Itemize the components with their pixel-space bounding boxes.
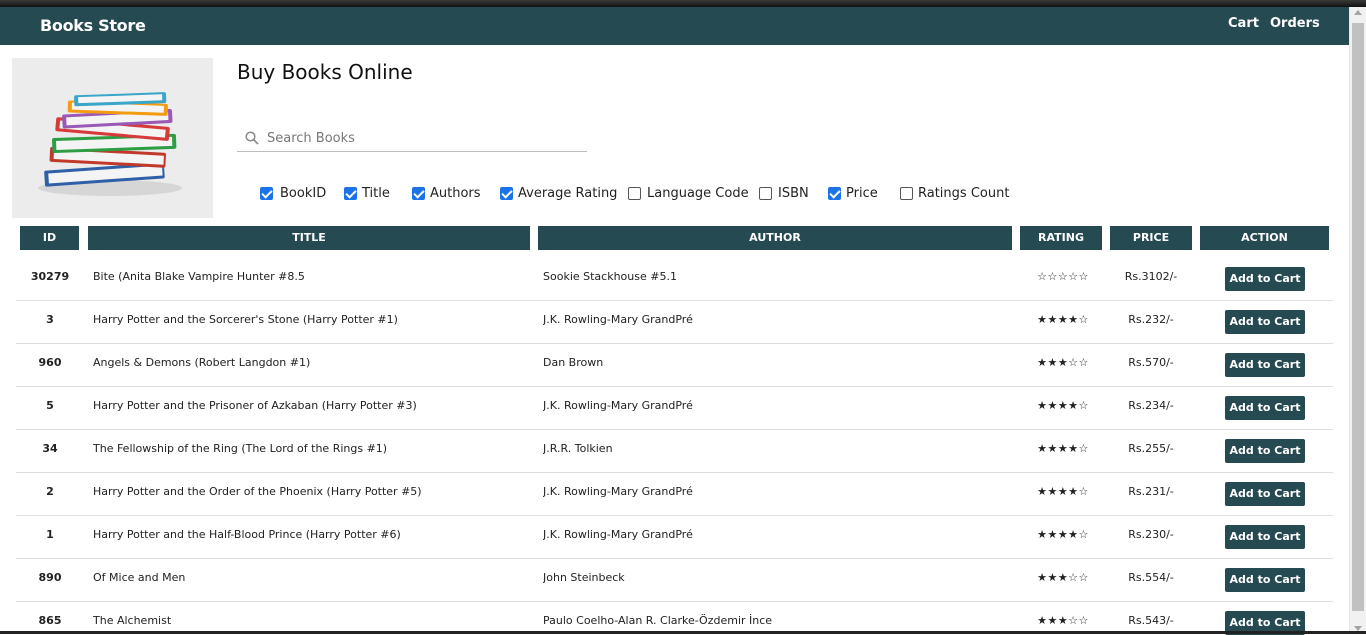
checkbox-bookid[interactable] [260,187,273,200]
cell-title: Harry Potter and the Sorcerer's Stone (H… [93,313,398,326]
header-id[interactable]: ID [20,226,79,250]
cell-price: Rs.543/- [1128,614,1174,627]
cell-author: Sookie Stackhouse #5.1 [543,270,677,283]
cell-price: Rs.231/- [1128,485,1174,498]
cell-price: Rs.234/- [1128,399,1174,412]
cell-rating-stars: ★★★★☆ [1037,313,1089,326]
cell-price: Rs.570/- [1128,356,1174,369]
checkbox-authors[interactable] [412,187,425,200]
checkbox-price[interactable] [828,187,841,200]
cell-title: Harry Potter and the Prisoner of Azkaban… [93,399,417,412]
scroll-up-arrow-icon[interactable] [1354,10,1362,15]
add-to-cart-button[interactable]: Add to Cart [1225,568,1305,592]
header-author[interactable]: AUTHOR [538,226,1012,250]
brand-logo[interactable]: Books Store [40,16,146,35]
checkbox-language-code[interactable] [628,187,641,200]
cell-author: J.K. Rowling-Mary GrandPré [543,399,693,412]
header-action: ACTION [1200,226,1329,250]
cell-id: 1 [46,528,54,541]
cell-author: John Steinbeck [543,571,625,584]
books-stack-icon [12,58,213,218]
cell-id: 34 [42,442,58,455]
cell-title: Harry Potter and the Half-Blood Prince (… [93,528,401,541]
table-row: 30279 Bite (Anita Blake Vampire Hunter #… [16,258,1333,301]
cell-title: The Alchemist [93,614,172,627]
page-title: Buy Books Online [237,60,413,84]
add-to-cart-button[interactable]: Add to Cart [1225,482,1305,506]
cell-price: Rs.230/- [1128,528,1174,541]
browser-top-strip [0,0,1366,7]
cell-title: Of Mice and Men [93,571,186,584]
header-rating[interactable]: RATING [1020,226,1102,250]
checkbox-average-rating[interactable] [500,187,513,200]
table-row: 34 The Fellowship of the Ring (The Lord … [16,430,1333,473]
search-icon [245,130,259,149]
cell-rating-stars: ★★★★☆ [1037,442,1089,455]
table-row: 2 Harry Potter and the Order of the Phoe… [16,473,1333,516]
filter-label-price: Price [846,186,878,201]
cell-id: 5 [46,399,54,412]
cell-rating-stars: ☆☆☆☆☆ [1037,270,1089,283]
cell-id: 890 [38,571,62,584]
cell-price: Rs.255/- [1128,442,1174,455]
cell-author: Dan Brown [543,356,604,369]
cell-rating-stars: ★★★★☆ [1037,399,1089,412]
checkbox-ratings-count[interactable] [900,187,913,200]
add-to-cart-button[interactable]: Add to Cart [1225,396,1305,420]
cell-title: Angels & Demons (Robert Langdon #1) [93,356,311,369]
filter-label-language-code: Language Code [647,186,749,201]
table-row: 3 Harry Potter and the Sorcerer's Stone … [16,301,1333,344]
add-to-cart-button[interactable]: Add to Cart [1225,310,1305,334]
page-scrollbar[interactable] [1349,7,1366,634]
filter-label-isbn: ISBN [778,186,809,201]
cell-author: Paulo Coelho-Alan R. Clarke-Özdemir İnce [543,614,773,627]
cell-author: J.K. Rowling-Mary GrandPré [543,485,693,498]
filter-label-title: Title [362,186,390,201]
filter-label-ratings-count: Ratings Count [918,186,1010,201]
cell-rating-stars: ★★★★☆ [1037,528,1089,541]
cell-rating-stars: ★★★☆☆ [1037,356,1089,369]
cell-title: Bite (Anita Blake Vampire Hunter #8.5 [93,270,305,283]
cell-price: Rs.554/- [1128,571,1174,584]
table-row: 865 The Alchemist Paulo Coelho-Alan R. C… [16,602,1333,635]
add-to-cart-button[interactable]: Add to Cart [1225,439,1305,463]
table-row: 1 Harry Potter and the Half-Blood Prince… [16,516,1333,559]
table-row: 890 Of Mice and Men John Steinbeck ★★★☆☆… [16,559,1333,602]
cell-author: J.K. Rowling-Mary GrandPré [543,528,693,541]
cell-rating-stars: ★★★☆☆ [1037,614,1089,627]
cell-title: Harry Potter and the Order of the Phoeni… [93,485,422,498]
table-row: 960 Angels & Demons (Robert Langdon #1) … [16,344,1333,387]
cell-id: 960 [38,356,62,369]
filter-label-bookid: BookID [280,186,327,201]
filter-label-authors: Authors [430,186,481,201]
checkbox-title[interactable] [344,187,357,200]
nav-orders-link[interactable]: Orders [1270,16,1320,31]
cell-rating-stars: ★★★☆☆ [1037,571,1089,584]
cell-id: 2 [46,485,54,498]
scroll-thumb[interactable] [1352,23,1364,611]
add-to-cart-button[interactable]: Add to Cart [1225,353,1305,377]
cell-price: Rs.232/- [1128,313,1174,326]
add-to-cart-button[interactable]: Add to Cart [1225,525,1305,549]
table-row: 5 Harry Potter and the Prisoner of Azkab… [16,387,1333,430]
checkbox-isbn[interactable] [759,187,772,200]
header-title[interactable]: TITLE [88,226,530,250]
cell-price: Rs.3102/- [1124,270,1178,283]
header-price[interactable]: PRICE [1110,226,1192,250]
navbar: Books Store Cart Orders [0,7,1349,45]
filter-label-average-rating: Average Rating [518,186,618,201]
cell-author: J.R.R. Tolkien [543,442,613,455]
search-bar[interactable] [237,124,587,152]
search-input[interactable] [267,128,577,148]
nav-cart-link[interactable]: Cart [1228,16,1259,31]
cell-rating-stars: ★★★★☆ [1037,485,1089,498]
cell-id: 865 [38,614,62,627]
add-to-cart-button[interactable]: Add to Cart [1225,267,1305,291]
cell-author: J.K. Rowling-Mary GrandPré [543,313,693,326]
cell-id: 3 [46,313,54,326]
cell-title: The Fellowship of the Ring (The Lord of … [93,442,388,455]
cell-id: 30279 [30,270,70,283]
